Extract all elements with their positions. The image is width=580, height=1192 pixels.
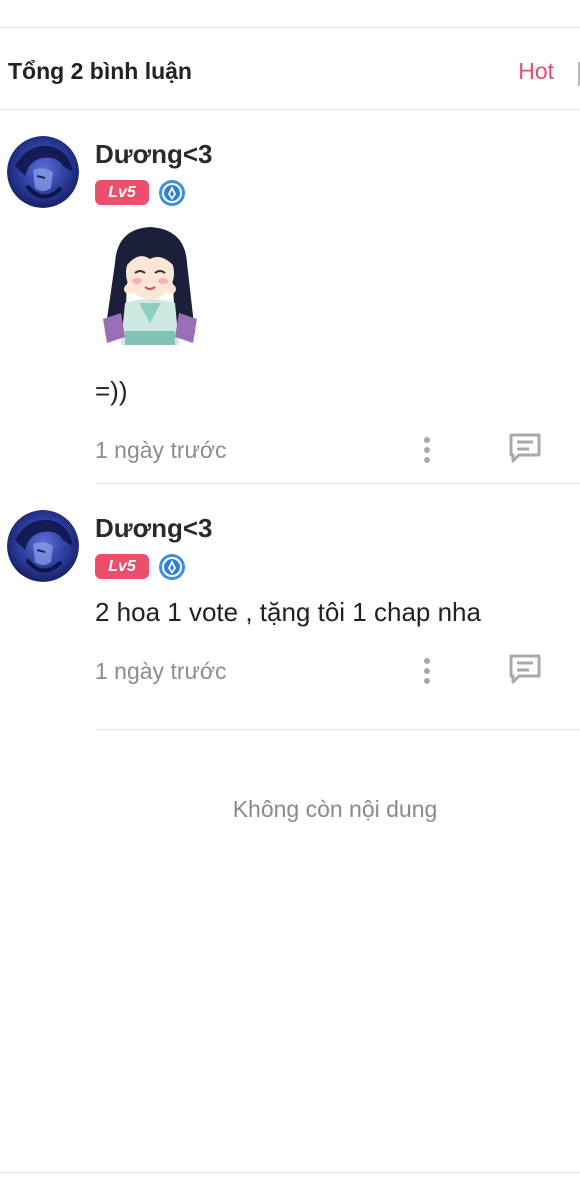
comment-body: Dương<3 Lv5 2 hoa 1 vote , tặng tôi 1 ch…: [95, 510, 580, 692]
comment-meta: 1 ngày trước: [95, 652, 580, 692]
comments-header: Tổng 2 bình luận Hot: [0, 30, 580, 110]
comment-time: 1 ngày trước: [95, 437, 227, 463]
comment-divider: [95, 729, 580, 730]
username[interactable]: Dương<3: [95, 138, 580, 170]
comment-divider: [95, 483, 580, 484]
comment-meta: 1 ngày trước: [95, 431, 580, 471]
vip-badge-icon: [159, 180, 185, 206]
avatar[interactable]: [7, 510, 79, 582]
comment-body: Dương<3 Lv5 =)) 1 ngày trước: [95, 136, 580, 471]
sort-hot-button[interactable]: Hot: [518, 58, 554, 85]
reply-icon[interactable]: [507, 431, 543, 465]
user-badges: Lv5: [95, 179, 580, 209]
level-badge: Lv5: [95, 554, 149, 579]
vip-badge-icon: [159, 554, 185, 580]
anime-girl-sticker: [103, 227, 197, 345]
comment-count: Tổng 2 bình luận: [8, 58, 192, 84]
bottom-divider: [0, 1172, 580, 1173]
avatar[interactable]: [7, 136, 79, 208]
more-options-icon[interactable]: [415, 431, 439, 465]
reply-icon[interactable]: [507, 652, 543, 686]
user-badges: Lv5: [95, 553, 580, 583]
username[interactable]: Dương<3: [95, 512, 580, 544]
comment-text: 2 hoa 1 vote , tặng tôi 1 chap nha: [95, 597, 481, 627]
more-options-icon[interactable]: [415, 652, 439, 686]
end-of-content-message: Không còn nội dung: [232, 796, 438, 822]
comment-time: 1 ngày trước: [95, 658, 227, 684]
level-badge: Lv5: [95, 180, 149, 205]
comment-text: =)): [95, 376, 128, 406]
cut-off-top-bar: [0, 0, 580, 28]
